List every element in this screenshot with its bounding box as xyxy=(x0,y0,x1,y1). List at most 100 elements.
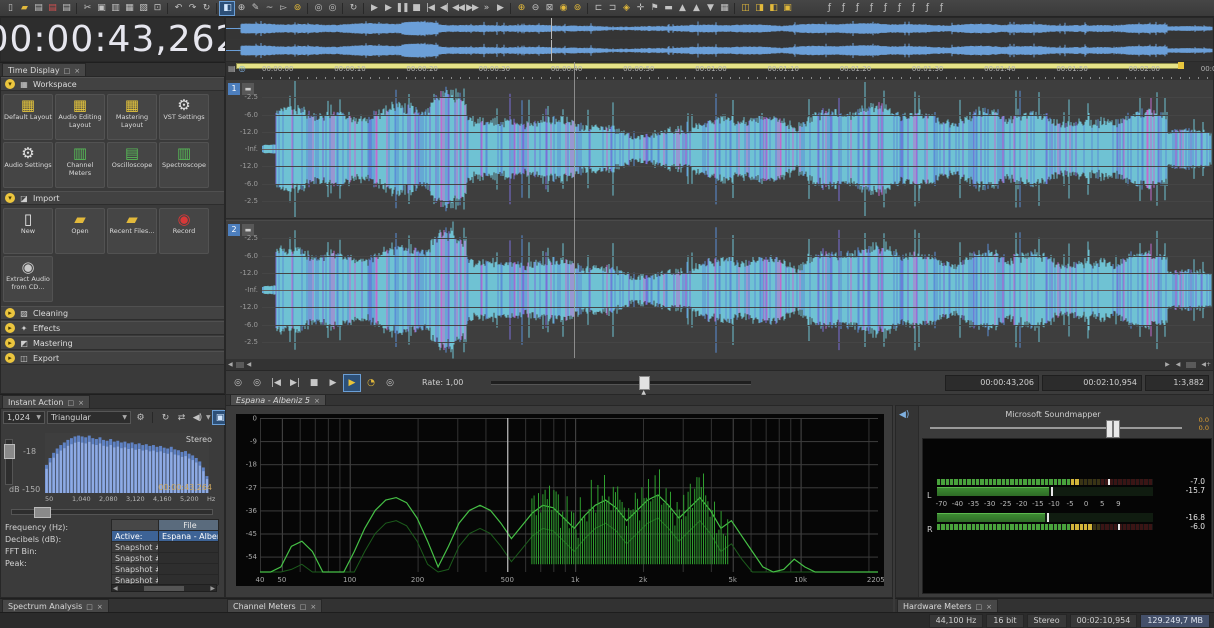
speaker-icon[interactable]: ◀) xyxy=(190,411,204,424)
pin-icon[interactable]: □ xyxy=(64,67,71,75)
section-toggle-icon[interactable]: ▸ xyxy=(5,308,15,318)
section-header-cleaning[interactable]: ▸ ▨ Cleaning xyxy=(1,306,224,320)
marker-list-icon[interactable]: ▦ xyxy=(717,2,731,15)
zoom-selection-icon[interactable]: ⊠ xyxy=(542,2,556,15)
zoom-in-h-icon[interactable]: ◀ xyxy=(1176,361,1181,368)
script-3-icon[interactable]: ƒ xyxy=(920,2,934,15)
marker-a-icon[interactable]: ▲ xyxy=(675,2,689,15)
stop-icon[interactable]: ■ xyxy=(409,2,423,15)
playhead-cursor[interactable] xyxy=(574,62,575,358)
go-to-start-icon[interactable]: |◀ xyxy=(268,375,284,391)
tab-spectrum-analysis[interactable]: Spectrum Analysis □ × xyxy=(2,599,109,613)
spectrum-v-slider-handle[interactable] xyxy=(4,444,15,459)
pin-icon[interactable]: □ xyxy=(976,603,983,611)
script-1-icon[interactable]: ƒ xyxy=(892,2,906,15)
play-plugin-icon[interactable]: ▶ xyxy=(343,373,361,392)
play-icon[interactable]: ▶ xyxy=(325,375,341,391)
import-extract-audio-from-cd-button[interactable]: ◉ Extract Audio from CD... xyxy=(3,256,53,302)
section-toggle-icon[interactable]: ▸ xyxy=(5,338,15,348)
magnify-icon[interactable]: ⊚ xyxy=(290,2,304,15)
channel-converter-icon[interactable]: ◧ xyxy=(219,0,235,16)
zoom-out-icon[interactable]: ⊖ xyxy=(528,2,542,15)
zoom-in-icon[interactable]: ⊕ xyxy=(514,2,528,15)
scroll-thumb[interactable] xyxy=(235,361,244,368)
hw-gain-handle-r[interactable] xyxy=(1113,420,1120,438)
event-tool-icon[interactable]: ▻ xyxy=(276,2,290,15)
edit-tool-icon[interactable]: ▤ xyxy=(228,64,236,73)
scrub-icon[interactable]: ◔ xyxy=(363,375,379,391)
forward-icon[interactable]: ▶▶ xyxy=(465,2,479,15)
paste-icon[interactable]: ▥ xyxy=(108,2,122,15)
close-icon[interactable]: × xyxy=(78,399,84,407)
close-icon[interactable]: × xyxy=(314,397,320,405)
save-icon[interactable]: ▤ xyxy=(31,2,45,15)
midi-plugin-icon[interactable]: ƒ xyxy=(878,2,892,15)
video-plugin-icon[interactable]: ƒ xyxy=(864,2,878,15)
restore-view-icon[interactable]: ⊏ xyxy=(591,2,605,15)
save-all-icon[interactable]: ▤ xyxy=(59,2,73,15)
import-record-button[interactable]: ◉ Record xyxy=(159,208,209,254)
scroll-left-icon[interactable]: ◀ xyxy=(113,585,118,592)
play-icon[interactable]: ▶ xyxy=(381,2,395,15)
hw-gain-slider[interactable] xyxy=(930,420,1182,438)
next-icon[interactable]: ▶ xyxy=(493,2,507,15)
tab-channel-meters[interactable]: Channel Meters □ × xyxy=(227,599,323,613)
spectrum-v-slider[interactable] xyxy=(4,439,15,485)
scroll-left2-icon[interactable]: ◀ xyxy=(247,361,252,368)
auto-region-icon[interactable]: ◫ xyxy=(738,2,752,15)
script-2-icon[interactable]: ƒ xyxy=(906,2,920,15)
zoom-fit-icon[interactable]: ◀+ xyxy=(1201,361,1211,368)
section-header-mastering[interactable]: ▸ ◩ Mastering xyxy=(1,336,224,350)
loop-playback-icon[interactable]: ◎ xyxy=(325,2,339,15)
undo-icon[interactable]: ↶ xyxy=(171,2,185,15)
waveform-lane-1[interactable]: 1 ▬ -2.5 -6.0 -12.0 -Inf. -12.0 -6.0 -2.5 xyxy=(226,80,1213,219)
pin-icon[interactable]: □ xyxy=(86,603,93,611)
sync-icon[interactable]: ◎ xyxy=(239,64,246,73)
close-icon[interactable]: × xyxy=(986,603,992,611)
rewind-icon[interactable]: ◀◀ xyxy=(451,2,465,15)
pencil-tool-icon[interactable]: ✎ xyxy=(248,2,262,15)
go-to-end-icon[interactable]: ◀| xyxy=(437,2,451,15)
hw-gain-handle-l[interactable] xyxy=(1106,420,1113,438)
workspace-spectroscope-button[interactable]: ▥ Spectroscope xyxy=(159,142,209,188)
workspace-mastering-layout-button[interactable]: ▦ Mastering Layout xyxy=(107,94,157,140)
workspace-audio-settings-button[interactable]: ⚙ Audio Settings xyxy=(3,142,53,188)
zoom-edit-icon[interactable]: ⊚ xyxy=(570,2,584,15)
time-ruler[interactable]: 00:00:00 00:00:10 00:00:20 00:00:30 00:00:40… xyxy=(226,62,1214,81)
envelope-tool-icon[interactable]: ~ xyxy=(262,2,276,15)
import-new-button[interactable]: ▯ New xyxy=(3,208,53,254)
close-icon[interactable]: × xyxy=(74,67,80,75)
zoom-thumb[interactable] xyxy=(1186,361,1197,368)
copy-icon[interactable]: ▣ xyxy=(94,2,108,15)
chevron-down-icon[interactable]: ▼ xyxy=(206,414,211,421)
workspace-channel-meters-button[interactable]: ▥ Channel Meters xyxy=(55,142,105,188)
record-icon[interactable]: ◎ xyxy=(230,375,246,391)
audio-plugin-icon[interactable]: ƒ xyxy=(850,2,864,15)
section-toggle-icon[interactable]: ▾ xyxy=(5,79,15,89)
repeat-icon[interactable]: ↻ xyxy=(199,2,213,15)
crosshair-icon[interactable]: ✛ xyxy=(633,2,647,15)
section-toggle-icon[interactable]: ▸ xyxy=(5,353,15,363)
refresh-icon[interactable]: ↻ xyxy=(158,411,172,424)
event-edit-icon[interactable]: ◧ xyxy=(766,2,780,15)
section-header-import[interactable]: ▾ ◪ Import xyxy=(1,191,224,205)
section-toggle-icon[interactable]: ▸ xyxy=(5,323,15,333)
section-header-effects[interactable]: ▸ ✦ Effects xyxy=(1,321,224,335)
scroll-right-icon[interactable]: ▶ xyxy=(210,585,215,592)
refresh-icon[interactable]: ↻ xyxy=(346,2,360,15)
loop-icon[interactable]: ◎ xyxy=(249,375,265,391)
set-view-icon[interactable]: ⊐ xyxy=(605,2,619,15)
workspace-oscilloscope-button[interactable]: ▤ Oscilloscope xyxy=(107,142,157,188)
go-to-end-icon[interactable]: ▶| xyxy=(287,375,303,391)
table-row[interactable]: Snapshot #1: xyxy=(112,542,218,553)
plugin-manager-icon[interactable]: ƒ xyxy=(836,2,850,15)
workspace-audio-editing-layout-button[interactable]: ▦ Audio Editing Layout xyxy=(55,94,105,140)
wave-h-scrollbar[interactable]: ◀ ◀ ▶ ◀ ◀+ xyxy=(226,359,1213,371)
selection-grid-icon[interactable]: ▣ xyxy=(780,2,794,15)
close-icon[interactable]: × xyxy=(310,603,316,611)
rate-slider[interactable]: ▲ xyxy=(491,375,752,396)
marker-drop-icon[interactable]: ▼ xyxy=(703,2,717,15)
tab-instant-action[interactable]: Instant Action □ × xyxy=(2,395,90,409)
pin-icon[interactable]: □ xyxy=(300,603,307,611)
paste-special-icon[interactable]: ▦ xyxy=(122,2,136,15)
